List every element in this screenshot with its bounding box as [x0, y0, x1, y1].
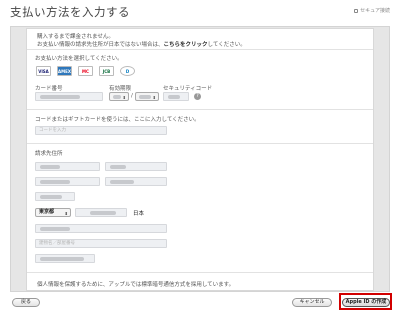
select-arrow-icon: ⬍: [122, 95, 126, 100]
card-number-label: カード番号: [35, 86, 63, 92]
no-charge-notice: 購入するまで課金されません。: [37, 34, 114, 40]
postal-code-input[interactable]: [35, 192, 75, 201]
first-name-kana-input[interactable]: [105, 177, 167, 186]
redacted-value: [40, 227, 70, 231]
last-name-kana-input[interactable]: [35, 177, 100, 186]
first-name-input[interactable]: [105, 162, 167, 171]
lock-icon: [354, 8, 359, 13]
redacted-value: [110, 180, 134, 184]
expiry-label: 有効期限: [109, 86, 132, 92]
help-icon[interactable]: ?: [194, 93, 201, 100]
section-divider: [27, 49, 373, 50]
security-code-label: セキュリティコード: [163, 86, 213, 92]
redacted-value: [139, 95, 151, 99]
redacted-value: [113, 95, 121, 99]
redacted-value: [40, 195, 62, 199]
redacted-value: [90, 211, 116, 215]
expiry-year-select[interactable]: ⬍: [135, 92, 159, 101]
cancel-button[interactable]: キャンセル: [292, 298, 332, 307]
back-button[interactable]: 戻る: [12, 298, 40, 307]
section-divider: [27, 109, 373, 110]
city-input[interactable]: [75, 208, 127, 217]
prefecture-value: 東京都: [39, 209, 55, 215]
mastercard-option[interactable]: MC: [78, 66, 93, 76]
prefecture-select[interactable]: 東京都 ⬍: [35, 208, 71, 217]
address-line2-input[interactable]: 建物名／部屋番号: [35, 239, 167, 248]
secure-connection-text: セキュア接続: [360, 8, 390, 14]
phone-input[interactable]: [35, 254, 95, 263]
click-here-link[interactable]: こちらをクリック: [164, 42, 208, 48]
expiry-month-select[interactable]: ⬍: [109, 92, 129, 101]
redacted-value: [40, 95, 80, 99]
address-line1-input[interactable]: [35, 224, 167, 233]
last-name-input[interactable]: [35, 162, 100, 171]
non-japan-notice-text: お支払い情報の請求先住所が日本ではない場合は、: [37, 42, 164, 48]
payment-method-label: お支払い方法を選択してください。: [35, 56, 123, 62]
amex-card-option[interactable]: AMEX: [57, 66, 72, 76]
billing-address-label: 請求先住所: [35, 151, 63, 157]
highlight-box: [339, 293, 392, 310]
secure-connection-label: セキュア接続: [354, 7, 390, 14]
jcb-card-option[interactable]: JCB: [99, 66, 114, 76]
non-japan-notice: お支払い情報の請求先住所が日本ではない場合は、こちらをクリックしてください。: [37, 40, 246, 48]
card-number-input[interactable]: [35, 92, 103, 101]
gift-code-label: コードまたはギフトカードを使うには、ここに入力してください。: [35, 117, 200, 123]
redacted-value: [40, 180, 70, 184]
security-code-input[interactable]: [163, 92, 189, 101]
payment-form-panel: 購入するまで課金されません。 お支払い情報の請求先住所が日本ではない場合は、こち…: [26, 28, 374, 291]
redacted-value: [110, 165, 126, 169]
redacted-value: [40, 165, 60, 169]
privacy-note: 個人情報を保護するために、アップルでは標準暗号通信方式を採用しています。: [37, 282, 235, 288]
page-title: 支払い方法を入力する: [10, 5, 130, 19]
select-arrow-icon: ⬍: [152, 95, 156, 100]
section-divider: [27, 143, 373, 144]
redacted-value: [40, 257, 84, 261]
visa-card-option[interactable]: VISA: [36, 66, 51, 76]
gift-code-input[interactable]: コードを入力: [35, 126, 167, 135]
country-label: 日本: [133, 211, 145, 217]
section-divider: [27, 272, 373, 273]
expiry-separator: /: [131, 93, 133, 99]
redacted-value: [168, 95, 180, 99]
non-japan-notice-end: してください。: [207, 42, 246, 48]
diners-card-option[interactable]: D: [120, 66, 135, 76]
select-arrow-icon: ⬍: [64, 211, 68, 216]
